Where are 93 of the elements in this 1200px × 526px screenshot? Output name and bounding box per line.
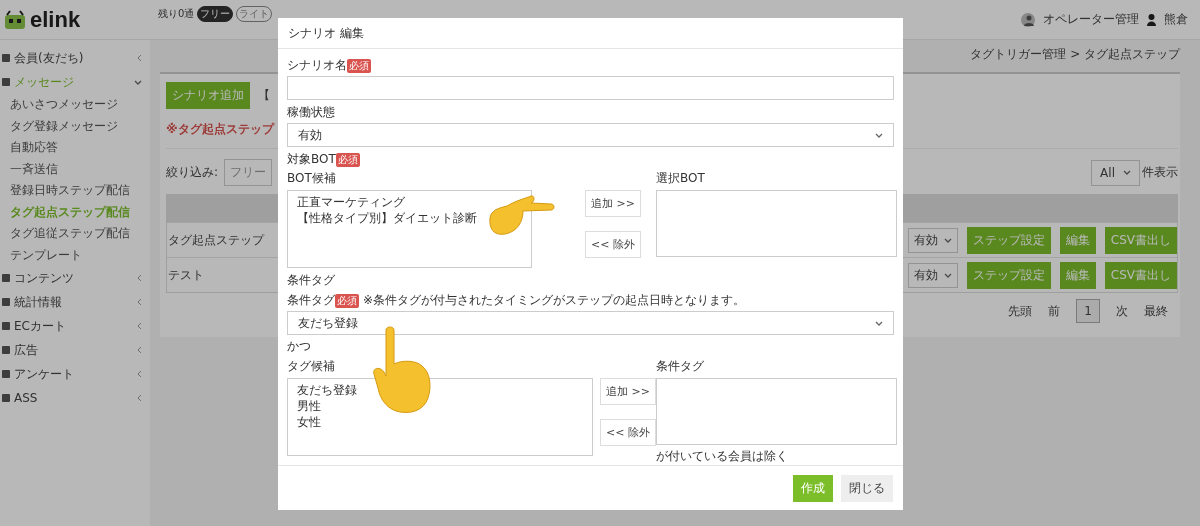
sidebar-item[interactable]: 広告: [0, 338, 150, 362]
table-cell: テスト: [168, 266, 204, 284]
page-size-select[interactable]: All: [1091, 159, 1140, 186]
menu-item-icon: [2, 298, 10, 306]
chevron-down-icon: [943, 272, 952, 278]
list-label: タグ候補: [287, 358, 335, 376]
sidebar-subitem[interactable]: 自動応答: [0, 137, 150, 159]
chevron-down-icon: [875, 320, 883, 326]
sidebar-subitem[interactable]: 登録日時ステップ配信: [0, 180, 150, 202]
user-name[interactable]: 熊倉: [1164, 11, 1188, 28]
menu-item-icon: [2, 322, 10, 330]
pagination-link[interactable]: 次: [1116, 302, 1128, 320]
menu-item-icon: [2, 78, 10, 86]
field-label: 条件タグ: [287, 292, 335, 310]
sidebar-item[interactable]: アンケート: [0, 362, 150, 386]
list-box[interactable]: 正直マーケティング 【性格タイプ別】ダイエット診断: [287, 190, 532, 269]
menu-item-icon: [2, 54, 10, 62]
close-button[interactable]: 閉じる: [841, 474, 893, 502]
modal-title: シナリオ 編集: [278, 18, 903, 50]
chevron-down-icon: [943, 237, 952, 243]
logo-text: elink: [30, 6, 81, 33]
field-label: シナリオ名: [287, 57, 347, 75]
menu-item-icon: [2, 394, 10, 402]
required-badge: 必須: [347, 58, 371, 73]
robot-logo-icon: [4, 9, 26, 30]
list-box[interactable]: [656, 378, 897, 446]
sidebar-subitem[interactable]: タグ登録メッセージ: [0, 115, 150, 137]
section-label: 条件タグ: [287, 272, 335, 290]
sidebar-item[interactable]: 会員(友だち): [0, 46, 150, 70]
bracket-text: 【: [258, 87, 270, 104]
list-box[interactable]: 友だち登録 男性 女性: [287, 378, 593, 457]
operator-link[interactable]: オペレーター管理: [1043, 11, 1139, 28]
select-field[interactable]: 有効: [287, 123, 894, 148]
add-button[interactable]: 追加 >>: [585, 190, 641, 218]
list-option[interactable]: 正直マーケティング: [297, 194, 405, 211]
pointing-hand-icon: [487, 194, 555, 238]
plan-badge[interactable]: フリー: [197, 5, 234, 22]
breadcrumb: タグトリガー管理 > タグ起点ステップ: [970, 46, 1180, 63]
page-size-label: 件表示: [1142, 164, 1178, 181]
note-text: ※条件タグが付与されたタイミングがステップの起点日時となります。: [363, 292, 746, 310]
notice-text: ※タグ起点ステップ: [166, 121, 274, 138]
chevron-left-icon: [137, 322, 142, 330]
user-icon: [1147, 13, 1156, 26]
add-button[interactable]: 追加 >>: [600, 378, 656, 406]
remove-button[interactable]: << 除外: [600, 419, 656, 447]
sidebar-subitem[interactable]: あいさつメッセージ: [0, 94, 150, 116]
sidebar-subitem[interactable]: タグ追従ステップ配信: [0, 223, 150, 245]
list-label: 条件タグ: [656, 358, 704, 376]
input-field[interactable]: [287, 76, 894, 101]
chevron-left-icon: [137, 370, 142, 378]
sidebar-subitem[interactable]: 一斉送信: [0, 158, 150, 180]
status-select[interactable]: 有効: [907, 262, 958, 288]
remove-button[interactable]: << 除外: [585, 231, 641, 259]
chevron-left-icon: [137, 274, 142, 282]
sidebar-item[interactable]: コンテンツ: [0, 266, 150, 290]
and-label: かつ: [287, 338, 312, 356]
filter-label: 絞り込み:: [166, 164, 219, 181]
sidebar-item[interactable]: ECカート: [0, 314, 150, 338]
select-field[interactable]: 友だち登録: [287, 311, 894, 336]
chevron-down-icon: [1123, 170, 1131, 175]
exclude-note: が付いている会員は除く: [656, 448, 788, 466]
field-label: 対象BOT: [287, 151, 336, 169]
list-label: 選択BOT: [656, 170, 705, 188]
list-option[interactable]: 友だち登録: [297, 382, 357, 399]
field-label: 稼働状態: [287, 104, 335, 122]
list-option[interactable]: 女性: [297, 414, 321, 431]
list-label: BOT候補: [287, 170, 336, 188]
sidebar-subitem[interactable]: テンプレート: [0, 244, 150, 266]
chevron-left-icon: [137, 346, 142, 354]
pagination-link[interactable]: 最終: [1144, 302, 1168, 320]
status-select[interactable]: 有効: [907, 227, 958, 253]
menu-item-icon: [2, 346, 10, 354]
list-box[interactable]: [656, 190, 897, 258]
list-option[interactable]: 【性格タイプ別】ダイエット診断: [297, 210, 477, 227]
list-option[interactable]: 男性: [297, 398, 321, 415]
menu-item-icon: [2, 274, 10, 282]
sidebar-item[interactable]: 統計情報: [0, 290, 150, 314]
chevron-down-icon: [875, 132, 883, 138]
pagination-link[interactable]: 1: [1076, 299, 1100, 323]
sidebar-item[interactable]: ASS: [0, 386, 150, 410]
pagination-link[interactable]: 先頭: [1008, 302, 1033, 320]
pagination-link[interactable]: 前: [1048, 302, 1061, 320]
menu-item-icon: [2, 370, 10, 378]
required-badge: 必須: [335, 152, 360, 167]
chevron-left-icon: [137, 298, 142, 306]
required-badge: 必須: [335, 293, 359, 308]
chevron-left-icon: [137, 54, 142, 62]
pointing-hand-icon: [372, 326, 434, 416]
remaining-count: 残り0通: [158, 6, 195, 21]
chevron-down-icon: [134, 79, 142, 85]
table-cell: タグ起点ステップ: [168, 231, 264, 249]
add-user-icon: [1021, 12, 1035, 27]
chevron-left-icon: [137, 394, 142, 402]
